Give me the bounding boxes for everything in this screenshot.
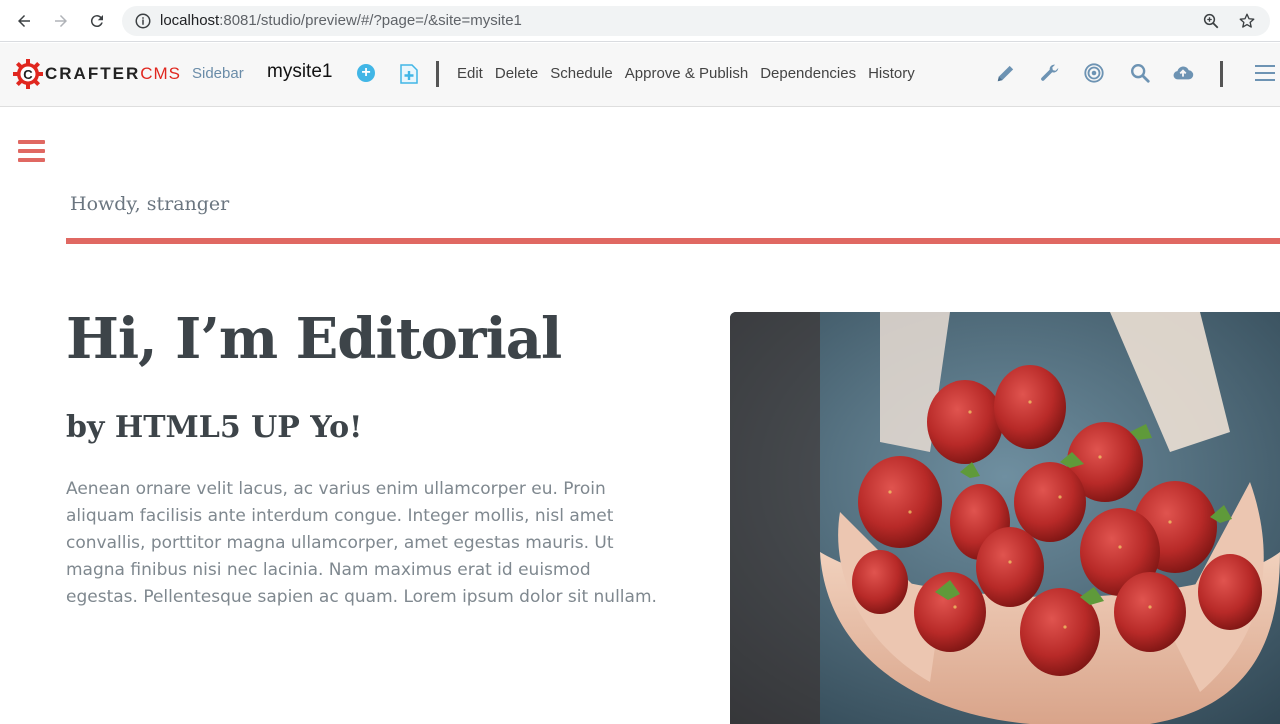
strawberries-image xyxy=(730,312,1280,724)
greeting-text: Howdy, stranger xyxy=(70,193,230,215)
studio-toolbar: C CRAFTERCMS Sidebar mysite1 + Edit Dele… xyxy=(0,43,1280,107)
forward-arrow-icon[interactable] xyxy=(48,8,74,34)
pencil-icon[interactable] xyxy=(995,62,1017,84)
header-divider xyxy=(66,238,1280,244)
history-action[interactable]: History xyxy=(868,65,915,82)
logo-wordmark: CRAFTERCMS xyxy=(45,64,181,83)
search-icon[interactable] xyxy=(1129,62,1151,84)
url-host: localhost xyxy=(160,12,220,29)
target-icon[interactable] xyxy=(1083,62,1105,84)
menu-icon[interactable] xyxy=(1255,65,1275,81)
gear-logo-icon: C xyxy=(13,59,43,89)
schedule-action[interactable]: Schedule xyxy=(550,65,613,82)
approve-publish-action[interactable]: Approve & Publish xyxy=(625,65,748,82)
toolbar-divider-right xyxy=(1220,61,1223,87)
add-site-plus-icon[interactable]: + xyxy=(357,64,375,82)
back-arrow-icon[interactable] xyxy=(11,8,37,34)
toolbar-divider xyxy=(436,61,439,87)
new-content-icon[interactable] xyxy=(400,64,418,84)
cloud-upload-icon[interactable] xyxy=(1172,62,1194,84)
url-path: :8081/studio/preview/#/?page=/&site=mysi… xyxy=(219,12,522,29)
info-icon[interactable] xyxy=(134,12,152,30)
site-name[interactable]: mysite1 xyxy=(267,61,332,83)
wrench-icon[interactable] xyxy=(1039,62,1061,84)
site-menu-icon[interactable] xyxy=(18,140,45,164)
sidebar-toggle-link[interactable]: Sidebar xyxy=(192,65,244,82)
zoom-icon[interactable] xyxy=(1202,12,1220,30)
hero-title: Hi, I’m Editorial xyxy=(66,306,562,372)
hero-paragraph: Aenean ornare velit lacus, ac varius eni… xyxy=(66,479,657,607)
browser-toolbar: localhost:8081/studio/preview/#/?page=/&… xyxy=(0,0,1280,42)
hero-subtitle: by HTML5 UP Yo! xyxy=(66,410,363,445)
svg-text:C: C xyxy=(23,67,33,82)
address-bar[interactable]: localhost:8081/studio/preview/#/?page=/&… xyxy=(122,6,1270,36)
strawberries-illustration xyxy=(730,312,1280,724)
dependencies-action[interactable]: Dependencies xyxy=(760,65,856,82)
delete-action[interactable]: Delete xyxy=(495,65,538,82)
bookmark-star-icon[interactable] xyxy=(1238,12,1256,30)
edit-action[interactable]: Edit xyxy=(457,65,483,82)
content-actions: Edit Delete Schedule Approve & Publish D… xyxy=(457,65,927,82)
url-text[interactable]: localhost:8081/studio/preview/#/?page=/&… xyxy=(160,12,522,29)
reload-icon[interactable] xyxy=(84,8,110,34)
crafter-logo[interactable]: C CRAFTERCMS xyxy=(12,55,181,93)
